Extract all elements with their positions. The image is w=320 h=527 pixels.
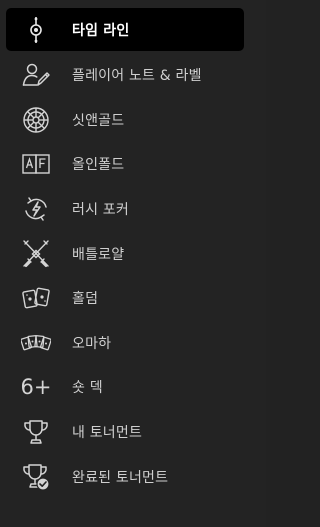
player-notes-icon (18, 57, 54, 93)
sidebar-item-label: 홀덤 (72, 291, 99, 308)
sidebar-item-label: 오마하 (72, 335, 112, 352)
sidebar-item-label: 내 토너먼트 (72, 425, 143, 442)
sidebar-item-label: 올인폴드 (72, 157, 125, 174)
sit-and-go-icon (18, 102, 54, 138)
trophy-icon (18, 414, 54, 450)
timeline-icon (18, 12, 54, 48)
omaha-cards-icon (18, 325, 54, 361)
sidebar-item-short-deck[interactable]: 6+ 숏 덱 (6, 365, 244, 410)
short-deck-icon-text: 6+ (20, 374, 52, 399)
sidebar-item-label: 러시 포커 (72, 202, 129, 219)
sidebar-item-label: 플레이어 노트 & 라벨 (72, 68, 202, 85)
rush-poker-icon (18, 191, 54, 227)
short-deck-icon: 6+ (18, 369, 54, 405)
sidebar-item-label: 싯앤골드 (72, 112, 125, 129)
sidebar-menu: 타임 라인 플레이어 노트 & 라벨 싯앤골드 올인폴드 러시 포커 배틀로얄 … (0, 0, 266, 527)
sidebar-item-completed-tournaments[interactable]: 완료된 토너먼트 (6, 454, 244, 499)
sidebar-item-label: 숏 덱 (72, 380, 103, 397)
holdem-cards-icon (18, 280, 54, 316)
all-in-fold-icon (18, 146, 54, 182)
sidebar-item-rush-poker[interactable]: 러시 포커 (6, 187, 244, 232)
sidebar-item-sit-and-go[interactable]: 싯앤골드 (6, 98, 244, 143)
sidebar-item-all-in-fold[interactable]: 올인폴드 (6, 142, 244, 187)
sidebar-item-timeline[interactable]: 타임 라인 (6, 8, 244, 51)
sidebar-item-player-notes[interactable]: 플레이어 노트 & 라벨 (6, 53, 244, 98)
sidebar-item-label: 배틀로얄 (72, 246, 125, 263)
trophy-check-icon (18, 459, 54, 495)
sidebar-item-holdem[interactable]: 홀덤 (6, 276, 244, 321)
battle-royale-icon (18, 236, 54, 272)
sidebar-item-battle-royale[interactable]: 배틀로얄 (6, 231, 244, 276)
sidebar-item-my-tournaments[interactable]: 내 토너먼트 (6, 410, 244, 455)
sidebar-item-label: 타임 라인 (72, 22, 130, 39)
sidebar-item-label: 완료된 토너먼트 (72, 469, 169, 486)
sidebar-item-omaha[interactable]: 오마하 (6, 321, 244, 366)
